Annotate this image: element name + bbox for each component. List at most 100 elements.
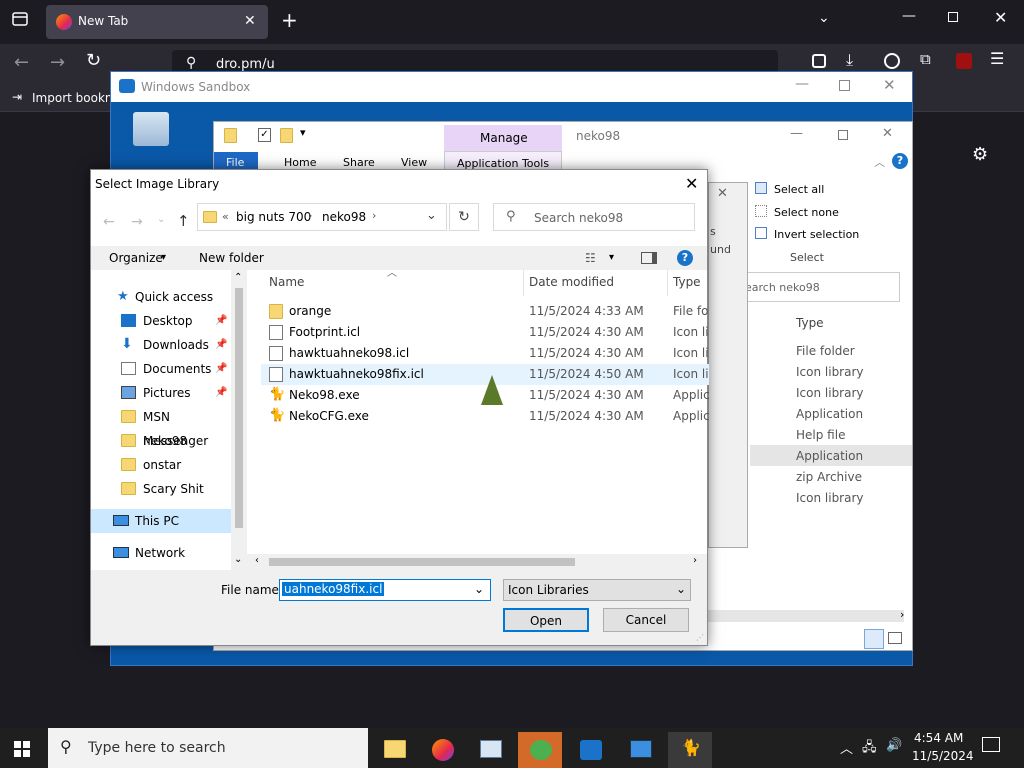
back-arrow-icon[interactable]: ← [103, 214, 115, 230]
scroll-right-icon[interactable]: › [900, 608, 904, 621]
help-icon[interactable]: ? [892, 153, 908, 169]
tab-list-icon[interactable] [8, 10, 32, 34]
nav-desktop[interactable]: Desktop 📌 [91, 309, 231, 333]
view-dropdown-icon[interactable]: ▾ [609, 246, 614, 270]
downloads-icon[interactable]: ⤓ [846, 50, 853, 70]
column-date-modified[interactable]: Date modified [529, 275, 614, 289]
nav-scary-shit[interactable]: Scary Shit [91, 477, 231, 501]
refresh-icon[interactable]: ↻ [449, 203, 479, 231]
file-list-h-scrollbar[interactable]: ‹ › [247, 554, 707, 570]
h-scroll-thumb[interactable] [269, 558, 575, 566]
file-row-hawktuahneko98[interactable]: hawktuahneko98.icl 11/5/2024 4:30 AM Ico… [261, 343, 709, 364]
address-bar[interactable]: « big nuts 700 › neko98 › ⌄ [197, 203, 447, 231]
pin-icon[interactable]: 📌 [215, 381, 227, 405]
manage-contextual-tab[interactable]: Manage [444, 125, 562, 151]
new-tab-icon[interactable]: + [281, 8, 298, 32]
properties-icon[interactable]: ✓ [258, 128, 271, 142]
qat-dropdown-icon[interactable]: ▾ [300, 126, 306, 139]
select-none-button[interactable]: Select none [774, 206, 839, 219]
import-bookmarks-link[interactable]: Import bookm [32, 91, 117, 105]
view-options-icon[interactable]: ☷ [585, 246, 596, 270]
dialog-close-icon[interactable]: ✕ [685, 174, 698, 193]
path-segment[interactable]: neko98 [322, 210, 366, 224]
nav-scroll-thumb[interactable] [235, 288, 243, 528]
recycle-bin-icon[interactable] [133, 112, 169, 146]
control-panel-taskbar-icon[interactable] [468, 732, 512, 768]
pin-icon[interactable]: 📌 [215, 309, 227, 333]
explorer-h-scrollbar[interactable] [708, 610, 904, 622]
collapse-ribbon-icon[interactable]: ︿ [874, 154, 885, 170]
chevron-down-icon[interactable]: ⌄ [818, 10, 830, 26]
ublock-icon[interactable] [956, 53, 972, 69]
path-segment[interactable]: big nuts 700 [236, 210, 311, 224]
file-row-nekocfg-exe[interactable]: 🐈 NekoCFG.exe 11/5/2024 4:30 AM Applic [261, 406, 709, 427]
back-icon[interactable]: ← [14, 52, 29, 73]
restore-icon[interactable] [948, 12, 958, 22]
invert-selection-button[interactable]: Invert selection [774, 228, 859, 241]
forward-arrow-icon[interactable]: → [131, 214, 143, 230]
nav-msn-messenger[interactable]: MSN Messenger [91, 405, 231, 448]
menu-icon[interactable]: ☰ [990, 49, 1004, 68]
sandbox-maximize-icon[interactable] [839, 80, 850, 91]
explorer-maximize-icon[interactable] [838, 130, 848, 140]
scroll-down-icon[interactable]: ⌄ [234, 554, 242, 565]
column-name[interactable]: Name [269, 275, 304, 289]
taskbar-search-box[interactable]: ⚲ Type here to search [48, 728, 368, 768]
notifications-icon[interactable] [982, 737, 1000, 752]
nav-downloads[interactable]: ⬇ Downloads 📌 [91, 333, 231, 357]
file-type-dropdown-icon[interactable]: ⌄ [676, 582, 686, 596]
details-view-icon[interactable] [864, 629, 884, 649]
show-hidden-icons-icon[interactable]: ︿ [840, 738, 853, 757]
organize-dropdown-icon[interactable]: ▾ [161, 246, 166, 270]
tab-view[interactable]: View [401, 156, 427, 169]
path-separator-icon[interactable]: › [308, 209, 312, 222]
url-text[interactable]: dro.pm/u [216, 57, 275, 72]
extensions-icon[interactable]: ⧉ [920, 50, 931, 68]
account-icon[interactable] [884, 53, 900, 69]
network-status-icon[interactable]: 🖧 [862, 738, 877, 760]
new-folder-quick-icon[interactable] [280, 128, 293, 143]
select-all-button[interactable]: Select all [774, 183, 824, 196]
nav-quick-access[interactable]: ★ Quick access [91, 285, 231, 309]
open-button[interactable]: Open [503, 608, 589, 632]
organize-button[interactable]: Organize [109, 246, 163, 270]
msn-messenger-taskbar-icon[interactable] [518, 732, 562, 768]
reload-icon[interactable]: ↻ [86, 50, 101, 71]
close-window-icon[interactable]: ✕ [994, 8, 1007, 27]
sandbox-close-icon[interactable]: ✕ [883, 76, 896, 94]
file-name-dropdown-icon[interactable]: ⌄ [474, 582, 484, 596]
address-dropdown-icon[interactable]: ⌄ [426, 208, 437, 223]
explorer-column-type[interactable]: Type [796, 316, 824, 330]
file-row-orange[interactable]: orange 11/5/2024 4:33 AM File fol [261, 301, 709, 322]
scroll-up-icon[interactable]: ⌃ [234, 272, 242, 283]
firefox-taskbar-icon[interactable] [420, 732, 464, 768]
settings-gear-icon[interactable]: ⚙ [972, 144, 988, 165]
volume-icon[interactable]: 🔊 [886, 738, 902, 753]
preview-pane-icon[interactable] [641, 252, 657, 264]
sandbox-taskbar-icon[interactable] [568, 732, 612, 768]
nav-documents[interactable]: Documents 📌 [91, 357, 231, 381]
neko98-taskbar-icon[interactable]: 🐈 [668, 732, 712, 768]
tab-new-tab[interactable]: New Tab ✕ [46, 5, 268, 39]
scroll-right-icon[interactable]: › [693, 555, 697, 566]
nav-network[interactable]: Network [91, 541, 231, 565]
file-explorer-taskbar-icon[interactable] [372, 732, 416, 768]
windows-start-icon[interactable] [14, 741, 30, 757]
tab-share[interactable]: Share [343, 156, 375, 169]
close-tab-icon[interactable]: ✕ [244, 13, 256, 29]
dialog-help-icon[interactable]: ? [677, 250, 693, 266]
dialog-search-input[interactable]: ⚲ Search neko98 [493, 203, 695, 231]
nav-scrollbar[interactable]: ⌃ ⌄ [231, 270, 247, 570]
cancel-button[interactable]: Cancel [603, 608, 689, 632]
column-type[interactable]: Type [673, 275, 701, 289]
up-arrow-icon[interactable]: ↑ [177, 212, 190, 230]
explorer-minimize-icon[interactable]: — [790, 126, 803, 141]
path-separator-icon[interactable]: › [372, 209, 376, 222]
resize-grip-icon[interactable]: ⋰ [696, 633, 704, 642]
new-folder-button[interactable]: New folder [199, 246, 264, 270]
nav-neko98[interactable]: neko98 [91, 429, 231, 453]
file-type-select[interactable]: Icon Libraries ⌄ [503, 579, 691, 601]
clock-time[interactable]: 4:54 AM [914, 731, 963, 745]
nav-onstar[interactable]: onstar [91, 453, 231, 477]
app-taskbar-icon[interactable] [618, 732, 662, 768]
